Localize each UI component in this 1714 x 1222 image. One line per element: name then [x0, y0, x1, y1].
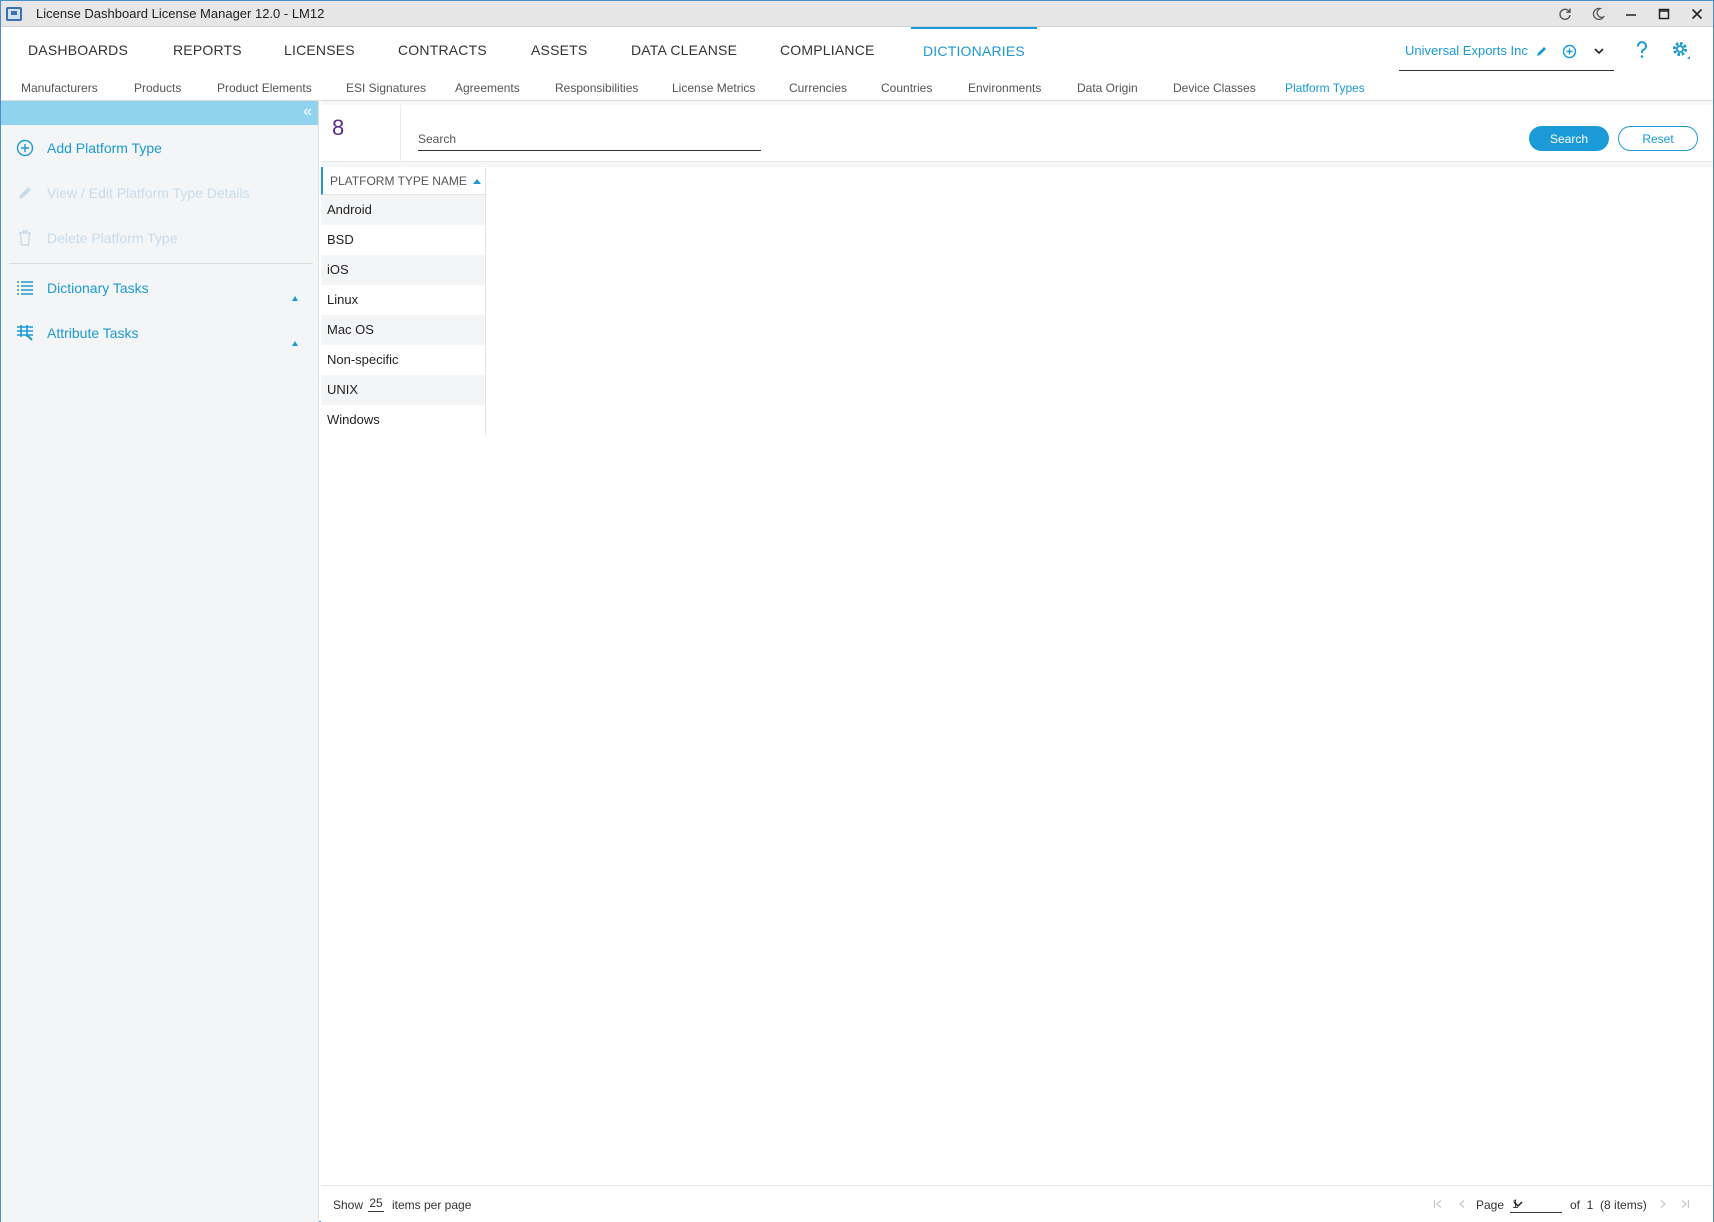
sidebar-divider — [9, 263, 313, 264]
sub-navigation: Manufacturers Products Product Elements … — [1, 75, 1713, 101]
count-divider — [400, 105, 401, 162]
nav-dictionaries[interactable]: DICTIONARIES — [911, 27, 1037, 73]
minimize-button[interactable] — [1614, 1, 1647, 27]
reset-button[interactable]: Reset — [1618, 126, 1698, 151]
table-row[interactable]: Linux — [321, 285, 485, 315]
subnav-responsibilities[interactable]: Responsibilities — [555, 75, 638, 101]
add-platform-type-task[interactable]: Add Platform Type — [15, 137, 162, 159]
page-select[interactable]: 1 — [1510, 1195, 1562, 1213]
table-row[interactable]: Android — [321, 195, 485, 225]
task-sidebar: « Add Platform Type View / Edit Platform… — [1, 101, 319, 1222]
subnav-product-elements[interactable]: Product Elements — [217, 75, 312, 101]
refresh-icon[interactable] — [1548, 1, 1581, 27]
previous-page-icon[interactable] — [1455, 1196, 1469, 1212]
last-page-icon[interactable] — [1678, 1196, 1692, 1212]
add-company-icon[interactable] — [1561, 43, 1577, 59]
grid-body: Android BSD iOS Linux Mac OS Non-specifi… — [321, 195, 485, 435]
subnav-device-classes[interactable]: Device Classes — [1173, 75, 1256, 101]
nav-dashboards[interactable]: DASHBOARDS — [28, 27, 128, 73]
delete-platform-type-label: Delete Platform Type — [47, 230, 178, 246]
view-edit-platform-type-task[interactable]: View / Edit Platform Type Details — [15, 182, 250, 204]
subnav-countries[interactable]: Countries — [881, 75, 932, 101]
column-header-platform-type-name[interactable]: PLATFORM TYPE NAME — [321, 167, 485, 195]
view-edit-platform-type-label: View / Edit Platform Type Details — [47, 185, 250, 201]
chevron-down-icon[interactable] — [1591, 43, 1607, 59]
subnav-license-metrics[interactable]: License Metrics — [672, 75, 755, 101]
table-row[interactable]: BSD — [321, 225, 485, 255]
nav-compliance[interactable]: COMPLIANCE — [780, 27, 875, 73]
search-input[interactable] — [418, 127, 761, 151]
list-icon — [15, 278, 35, 298]
moon-icon[interactable] — [1581, 1, 1614, 27]
nav-assets[interactable]: ASSETS — [531, 27, 587, 73]
table-row[interactable]: Mac OS — [321, 315, 485, 345]
chevron-down-icon — [1512, 1198, 1559, 1213]
page-label: Page — [1476, 1198, 1505, 1212]
company-name: Universal Exports Inc — [1405, 43, 1528, 58]
help-icon[interactable] — [1631, 39, 1653, 61]
column-header-label: PLATFORM TYPE NAME — [330, 174, 467, 188]
nav-data-cleanse[interactable]: DATA CLEANSE — [631, 27, 737, 73]
company-selector[interactable]: Universal Exports Inc — [1399, 31, 1614, 71]
main-content: 8 Search Reset PLATFORM TYPE NAME Androi… — [321, 101, 1713, 1222]
window-controls — [1548, 1, 1713, 27]
attribute-tasks-label: Attribute Tasks — [47, 325, 139, 341]
subnav-platform-types[interactable]: Platform Types — [1285, 75, 1365, 101]
add-platform-type-label: Add Platform Type — [47, 140, 162, 156]
search-bar: 8 Search Reset — [321, 105, 1713, 162]
table-row[interactable]: Windows — [321, 405, 485, 435]
first-page-icon[interactable] — [1431, 1196, 1445, 1212]
trash-icon — [15, 228, 35, 248]
sort-ascending-icon — [472, 179, 481, 185]
subnav-products[interactable]: Products — [134, 75, 181, 101]
platform-types-grid: PLATFORM TYPE NAME Android BSD iOS Linux… — [321, 167, 486, 435]
maximize-button[interactable] — [1647, 1, 1680, 27]
attribute-tasks-caret-icon[interactable] — [292, 341, 298, 346]
subnav-currencies[interactable]: Currencies — [789, 75, 847, 101]
result-count: 8 — [332, 115, 345, 140]
table-row[interactable]: Non-specific — [321, 345, 485, 375]
subnav-agreements[interactable]: Agreements — [455, 75, 520, 101]
title-bar: License Dashboard License Manager 12.0 -… — [1, 1, 1713, 27]
page-size-input[interactable]: 25 — [368, 1196, 384, 1212]
dictionary-tasks-label: Dictionary Tasks — [47, 280, 149, 296]
attribute-tasks-group[interactable]: Attribute Tasks — [15, 322, 139, 344]
pencil-icon — [15, 183, 35, 203]
subnav-data-origin[interactable]: Data Origin — [1077, 75, 1138, 101]
edit-company-icon[interactable] — [1533, 43, 1549, 59]
close-button[interactable] — [1680, 1, 1713, 27]
dictionary-tasks-group[interactable]: Dictionary Tasks — [15, 277, 149, 299]
attribute-icon — [15, 323, 35, 343]
delete-platform-type-task[interactable]: Delete Platform Type — [15, 227, 177, 249]
next-page-icon[interactable] — [1656, 1196, 1670, 1212]
settings-gear-icon[interactable] — [1670, 39, 1692, 61]
table-row[interactable]: iOS — [321, 255, 485, 285]
nav-reports[interactable]: REPORTS — [173, 27, 242, 73]
subnav-esi-signatures[interactable]: ESI Signatures — [346, 75, 426, 101]
collapse-sidebar-icon[interactable]: « — [303, 103, 312, 121]
app-logo-icon — [6, 6, 22, 21]
items-per-page-label: items per page — [392, 1198, 472, 1212]
nav-licenses[interactable]: LICENSES — [284, 27, 355, 73]
grid-area: PLATFORM TYPE NAME Android BSD iOS Linux… — [321, 167, 1713, 1185]
search-button[interactable]: Search — [1529, 126, 1609, 151]
window-title: License Dashboard License Manager 12.0 -… — [36, 6, 325, 21]
show-label: Show — [333, 1198, 364, 1212]
table-row[interactable]: UNIX — [321, 375, 485, 405]
subnav-manufacturers[interactable]: Manufacturers — [21, 75, 98, 101]
pager: Show 25 items per page Page 1 of 1 (8 it… — [321, 1185, 1713, 1222]
total-pages-label: of 1 (8 items) — [1570, 1198, 1647, 1212]
nav-contracts[interactable]: CONTRACTS — [398, 27, 487, 73]
subnav-environments[interactable]: Environments — [968, 75, 1041, 101]
sidebar-header: « — [1, 101, 318, 125]
dictionary-tasks-caret-icon[interactable] — [292, 296, 298, 301]
add-circle-icon — [15, 138, 35, 158]
